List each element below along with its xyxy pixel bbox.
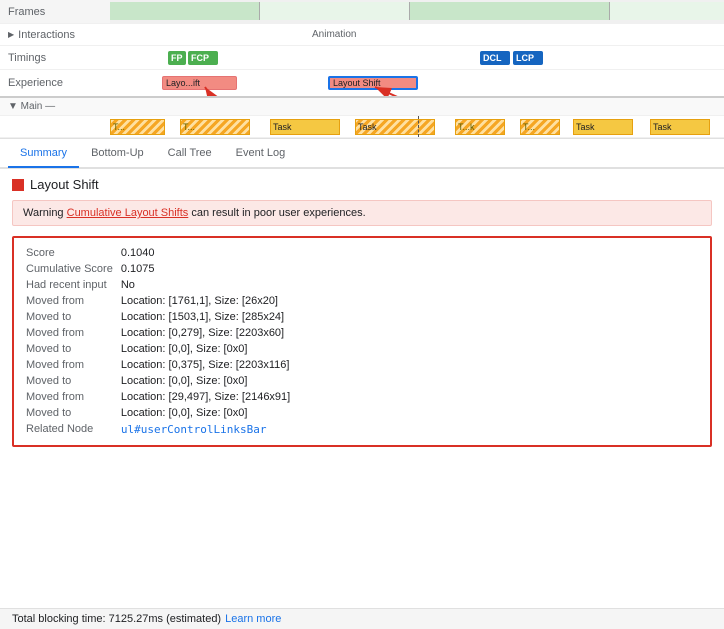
detail-value-moved-from-4: Location: [29,497], Size: [2146x91] [121, 390, 698, 404]
task-bar-6: T... [520, 119, 560, 135]
lcp-badge: LCP [513, 51, 543, 65]
dcl-badge: DCL [480, 51, 510, 65]
experience-label: Experience [0, 77, 110, 89]
detail-value-moved-to-2: Location: [0,0], Size: [0x0] [121, 342, 698, 356]
detail-value-related-node[interactable]: ul#userControlLinksBar [121, 422, 698, 437]
fp-badge: FP [168, 51, 186, 65]
detail-value-score: 0.1040 [121, 246, 698, 260]
detail-value-moved-to-3: Location: [0,0], Size: [0x0] [121, 374, 698, 388]
detail-label-score: Score [26, 246, 121, 260]
main-label: ▼ Main — [0, 101, 110, 112]
footer-bar: Total blocking time: 7125.27ms (estimate… [0, 608, 724, 629]
task-bar-8: Task [650, 119, 710, 135]
details-box: Score 0.1040 Cumulative Score 0.1075 Had… [12, 236, 712, 447]
detail-label-moved-to-2: Moved to [26, 342, 121, 356]
detail-label-related-node: Related Node [26, 422, 121, 437]
task-bar-7: Task [573, 119, 633, 135]
cumulative-layout-shifts-link[interactable]: Cumulative Layout Shifts [67, 207, 189, 219]
detail-label-had-recent-input: Had recent input [26, 278, 121, 292]
warning-prefix: Warning [23, 207, 64, 219]
tab-summary[interactable]: Summary [8, 140, 79, 168]
red-square-icon [12, 179, 24, 191]
fcp-badge: FCP [188, 51, 218, 65]
section-title-text: Layout Shift [30, 177, 99, 192]
tabs-container: Summary Bottom-Up Call Tree Event Log [0, 139, 724, 169]
detail-label-moved-from-1: Moved from [26, 294, 121, 308]
detail-label-moved-from-2: Moved from [26, 326, 121, 340]
task-bar-1: T... [110, 119, 165, 135]
experience-bar-2[interactable]: Layout Shift [328, 76, 418, 90]
detail-value-moved-to-4: Location: [0,0], Size: [0x0] [121, 406, 698, 420]
task-bar-4: Task [355, 119, 435, 135]
footer-learn-more-link[interactable]: Learn more [225, 613, 281, 625]
detail-label-moved-to-3: Moved to [26, 374, 121, 388]
detail-label-moved-from-4: Moved from [26, 390, 121, 404]
detail-label-moved-to-4: Moved to [26, 406, 121, 420]
experience-bar-1[interactable]: Layo...ift [162, 76, 237, 90]
animation-label: Animation [310, 30, 490, 40]
frames-label: Frames [0, 6, 110, 18]
detail-value-had-recent-input: No [121, 278, 698, 292]
content-area: Layout Shift Warning Cumulative Layout S… [0, 169, 724, 455]
task-bar-5: T...k [455, 119, 505, 135]
timings-label: Timings [0, 52, 110, 64]
task-bar-2: T... [180, 119, 250, 135]
detail-value-moved-from-2: Location: [0,279], Size: [2203x60] [121, 326, 698, 340]
tab-event-log[interactable]: Event Log [224, 140, 298, 168]
detail-label-moved-to-1: Moved to [26, 310, 121, 324]
section-title-row: Layout Shift [12, 177, 712, 192]
detail-label-moved-from-3: Moved from [26, 358, 121, 372]
detail-value-moved-to-1: Location: [1503,1], Size: [285x24] [121, 310, 698, 324]
tab-call-tree[interactable]: Call Tree [156, 140, 224, 168]
interactions-label: ▶ Interactions [0, 29, 110, 41]
footer-text: Total blocking time: 7125.27ms (estimate… [12, 613, 221, 625]
detail-label-cumulative-score: Cumulative Score [26, 262, 121, 276]
detail-value-cumulative-score: 0.1075 [121, 262, 698, 276]
task-bar-3: Task [270, 119, 340, 135]
detail-value-moved-from-1: Location: [1761,1], Size: [26x20] [121, 294, 698, 308]
tab-bottom-up[interactable]: Bottom-Up [79, 140, 156, 168]
detail-value-moved-from-3: Location: [0,375], Size: [2203x116] [121, 358, 698, 372]
warning-banner: Warning Cumulative Layout Shifts can res… [12, 200, 712, 226]
